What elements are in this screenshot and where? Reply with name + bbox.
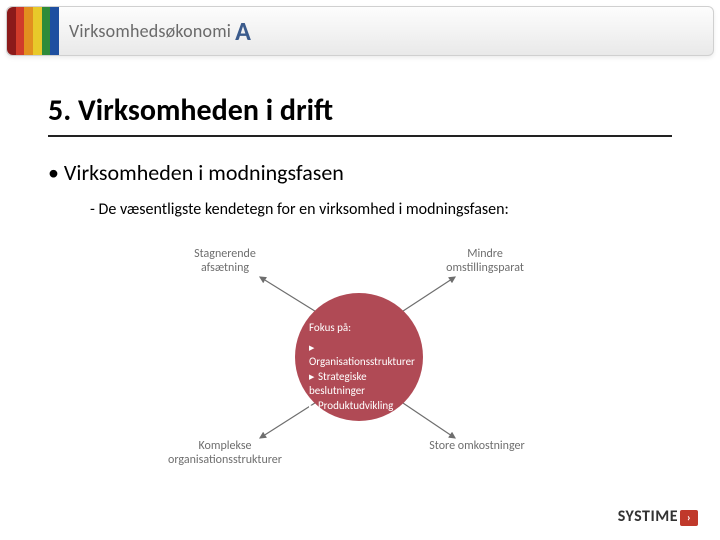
diagram-label-tl: Stagnerendeafsætning [150, 247, 300, 276]
header-bar: Virksomhedsøkonomi A [6, 6, 714, 56]
brand: Virksomhedsøkonomi A [59, 7, 251, 55]
circle-item: Organisationsstrukturer [309, 340, 409, 370]
subline: - De væsentligste kendetegn for en virks… [90, 200, 672, 219]
circle-title: Fokus på: [309, 321, 409, 336]
arrow-icon: › [680, 510, 698, 526]
brand-stripes [7, 7, 59, 55]
page-title: 5. Virksomheden i drift [48, 92, 672, 137]
brand-letter: A [235, 15, 251, 47]
diagram-label-tr: Mindreomstillingsparat [410, 247, 560, 276]
brand-text: Virksomhedsøkonomi [69, 20, 231, 42]
systime-text: SYSTIME› [618, 507, 698, 526]
footer-logo: SYSTIME› [618, 507, 698, 526]
diagram-label-br: Store omkostninger [402, 439, 552, 453]
diagram-label-bl: Komplekseorganisationsstrukturer [150, 439, 300, 468]
diagram-circle: Fokus på: Organisationsstrukturer Strate… [295, 293, 423, 421]
diagram: Stagnerendeafsætning Mindreomstillingspa… [150, 233, 570, 483]
circle-item: Produktudvikling [309, 399, 409, 414]
slide-content: 5. Virksomheden i drift • Virksomheden i… [0, 56, 720, 483]
bullet-main: • Virksomheden i modningsfasen [48, 159, 672, 186]
circle-item: Strategiske beslutninger [309, 370, 409, 400]
